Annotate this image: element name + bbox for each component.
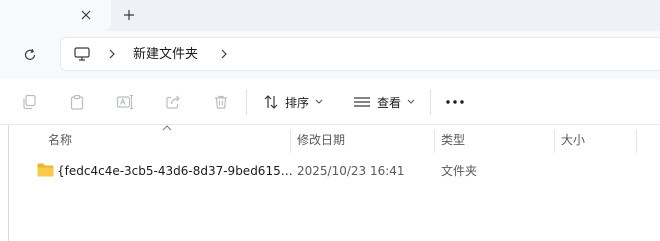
refresh-button[interactable] xyxy=(16,41,44,69)
computer-icon xyxy=(74,47,90,61)
rename-button[interactable] xyxy=(115,92,135,112)
rename-icon xyxy=(116,94,133,110)
close-icon xyxy=(81,10,91,20)
column-header-size[interactable]: 大小 xyxy=(561,129,585,153)
clipboard-icon xyxy=(70,94,84,110)
file-type: 文件夹 xyxy=(441,164,478,178)
tab-active[interactable] xyxy=(0,0,111,31)
plus-icon xyxy=(124,10,134,20)
column-divider[interactable] xyxy=(554,129,555,153)
toolbar-divider xyxy=(246,89,247,115)
sort-ascending-icon xyxy=(162,125,172,131)
toolbar-divider xyxy=(430,89,431,115)
trash-icon xyxy=(215,95,227,109)
more-options-button[interactable] xyxy=(442,90,468,114)
view-label: 查看 xyxy=(377,95,402,110)
file-row[interactable]: {fedc4c4e-3cb5-43d6-8d37-9bed615… 2025/1… xyxy=(28,159,660,183)
sort-label: 排序 xyxy=(285,95,310,110)
command-bar: 排序 查看 xyxy=(0,79,660,125)
column-header-modified[interactable]: 修改日期 xyxy=(297,129,345,153)
file-list: 名称 修改日期 类型 大小 {fedc4c4e-3cb5-43d6-8d37-9… xyxy=(0,125,660,241)
column-divider[interactable] xyxy=(636,129,637,153)
share-icon xyxy=(166,95,180,109)
column-divider[interactable] xyxy=(290,129,291,153)
copy-icon xyxy=(23,94,36,110)
sort-dropdown[interactable]: 排序 xyxy=(263,90,323,114)
share-button[interactable] xyxy=(163,92,183,112)
column-header-name[interactable]: 名称 xyxy=(48,129,72,153)
column-divider[interactable] xyxy=(434,129,435,153)
this-pc-button[interactable] xyxy=(71,44,93,64)
paste-button[interactable] xyxy=(67,92,87,112)
tab-strip xyxy=(0,0,660,31)
column-header-type[interactable]: 类型 xyxy=(441,129,465,153)
view-dropdown[interactable]: 查看 xyxy=(353,90,415,114)
file-name: {fedc4c4e-3cb5-43d6-8d37-9bed615… xyxy=(57,164,293,178)
copy-button[interactable] xyxy=(19,92,39,112)
folder-icon xyxy=(37,163,54,177)
pane-divider[interactable] xyxy=(8,125,9,241)
navigation-bar: 新建文件夹 xyxy=(0,31,660,79)
chevron-right-icon xyxy=(109,49,115,59)
delete-button[interactable] xyxy=(211,92,231,112)
more-icon xyxy=(446,100,464,104)
new-tab-button[interactable] xyxy=(118,5,140,25)
chevron-right-icon xyxy=(221,49,227,59)
chevron-down-icon xyxy=(315,99,323,104)
breadcrumb-current-folder[interactable]: 新建文件夹 xyxy=(133,46,198,64)
list-view-icon xyxy=(354,97,370,107)
address-bar[interactable]: 新建文件夹 xyxy=(60,37,660,71)
breadcrumb-end-chevron[interactable] xyxy=(217,46,231,62)
refresh-icon xyxy=(24,48,36,60)
tab-close-button[interactable] xyxy=(76,5,96,25)
chevron-down-icon xyxy=(407,99,415,104)
breadcrumb-chevron-icon[interactable] xyxy=(105,46,119,62)
file-modified: 2025/10/23 16:41 xyxy=(297,164,405,178)
sort-icon xyxy=(264,95,278,109)
